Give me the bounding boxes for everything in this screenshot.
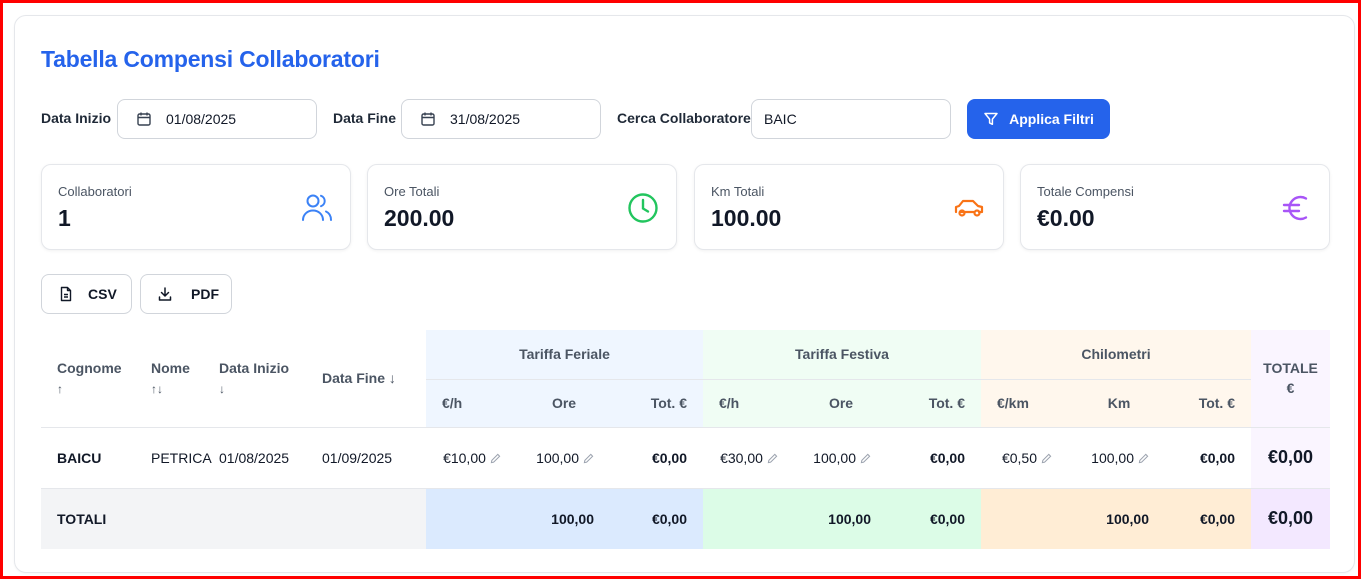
search-label: Cerca Collaboratore xyxy=(617,110,751,126)
clock-icon xyxy=(628,193,658,223)
totals-feriale-ore: 100,00 xyxy=(518,488,610,549)
cell-cognome: BAICU xyxy=(41,427,135,489)
download-icon xyxy=(158,287,172,301)
stat-label: Collaboratori xyxy=(58,184,132,199)
stat-label: Ore Totali xyxy=(384,184,440,199)
col-header-cognome[interactable]: Cognome ↑ xyxy=(41,330,135,428)
cell-data-inizio: 01/08/2025 xyxy=(219,427,322,489)
stat-value: 100.00 xyxy=(711,205,782,231)
totals-festiva-tot: €0,00 xyxy=(887,488,981,549)
calendar-icon xyxy=(137,112,151,126)
totals-km-tot: €0,00 xyxy=(1165,488,1251,549)
compensation-table: Cognome ↑ Nome ↑↓ Data Inizio ↓ Data Fine ↓… xyxy=(41,330,1330,549)
start-date-input[interactable]: 01/08/2025 xyxy=(117,99,317,139)
col-header-data-inizio[interactable]: Data Inizio ↓ xyxy=(219,330,322,428)
pencil-icon[interactable] xyxy=(1041,453,1052,464)
end-date-input[interactable]: 31/08/2025 xyxy=(401,99,601,139)
stat-value: 1 xyxy=(58,205,71,231)
col-header-nome[interactable]: Nome ↑↓ xyxy=(135,330,219,428)
cell-data-fine: 01/09/2025 xyxy=(322,427,426,489)
col-header-festiva-rate: €/h xyxy=(703,379,795,428)
col-header-data-fine[interactable]: Data Fine ↓ xyxy=(322,330,426,428)
pencil-icon[interactable] xyxy=(860,453,871,464)
totals-feriale-tot: €0,00 xyxy=(610,488,703,549)
totals-km: 100,00 xyxy=(1073,488,1165,549)
col-header-totale: TOTALE € xyxy=(1251,330,1330,428)
pencil-icon[interactable] xyxy=(767,453,778,464)
cell-feriale-ore[interactable]: 100,00 xyxy=(518,427,610,489)
totals-totale: €0,00 xyxy=(1251,488,1330,549)
stat-card-km: Km Totali 100.00 xyxy=(694,164,1004,250)
col-header-km-tot: Tot. € xyxy=(1165,379,1251,428)
totals-row: TOTALI 100,00 €0,00 100,00 €0,00 100,00 … xyxy=(41,488,1330,549)
export-pdf-button[interactable]: PDF xyxy=(140,274,232,314)
table-row: BAICU PETRICA 01/08/2025 01/09/2025 €10,… xyxy=(41,427,1330,489)
end-date-label: Data Fine xyxy=(333,110,397,126)
col-header-feriale-ore: Ore xyxy=(518,379,610,428)
users-icon xyxy=(302,194,332,221)
cell-festiva-tot: €0,00 xyxy=(887,427,981,489)
apply-filters-button[interactable]: Applica Filtri xyxy=(967,99,1110,139)
col-header-feriale-tot: Tot. € xyxy=(610,379,703,428)
search-input[interactable]: BAIC xyxy=(751,99,951,139)
stat-value: 200.00 xyxy=(384,205,455,231)
compensation-card: Tabella Compensi Collaboratori Data Iniz… xyxy=(14,15,1355,573)
cell-festiva-rate[interactable]: €30,00 xyxy=(703,427,795,489)
cell-km-tot: €0,00 xyxy=(1165,427,1251,489)
col-header-feriale-rate: €/h xyxy=(426,379,518,428)
group-header-festiva: Tariffa Festiva xyxy=(703,330,981,380)
col-header-km-rate: €/km xyxy=(981,379,1073,428)
cell-km[interactable]: 100,00 xyxy=(1073,427,1165,489)
col-header-km: Km xyxy=(1073,379,1165,428)
col-header-festiva-ore: Ore xyxy=(795,379,887,428)
stat-card-ore: Ore Totali 200.00 xyxy=(367,164,677,250)
stat-label: Km Totali xyxy=(711,184,765,199)
pencil-icon[interactable] xyxy=(583,453,594,464)
cell-totale: €0,00 xyxy=(1251,427,1330,489)
pencil-icon[interactable] xyxy=(490,453,501,464)
stat-card-totale: Totale Compensi €0.00 xyxy=(1020,164,1330,250)
start-date-label: Data Inizio xyxy=(41,110,112,126)
file-text-icon xyxy=(60,286,72,302)
pencil-icon[interactable] xyxy=(1138,453,1149,464)
totals-festiva-ore: 100,00 xyxy=(795,488,887,549)
group-header-feriale: Tariffa Feriale xyxy=(426,330,703,380)
cell-festiva-ore[interactable]: 100,00 xyxy=(795,427,887,489)
cell-km-rate[interactable]: €0,50 xyxy=(981,427,1073,489)
col-header-festiva-tot: Tot. € xyxy=(887,379,981,428)
cell-feriale-tot: €0,00 xyxy=(610,427,703,489)
stat-card-collaboratori: Collaboratori 1 xyxy=(41,164,351,250)
stat-value: €0.00 xyxy=(1037,205,1095,231)
car-icon xyxy=(954,199,984,217)
export-csv-button[interactable]: CSV xyxy=(41,274,132,314)
group-header-chilometri: Chilometri xyxy=(981,330,1251,380)
page-title: Tabella Compensi Collaboratori xyxy=(41,46,380,72)
filter-icon xyxy=(984,112,998,126)
calendar-icon xyxy=(421,112,435,126)
filters-bar: Data Inizio 01/08/2025 Data Fine 31/08/2… xyxy=(41,99,1141,139)
euro-icon xyxy=(1282,195,1308,221)
cell-nome: PETRICA xyxy=(135,427,219,489)
totals-label: TOTALI xyxy=(41,488,135,549)
stat-label: Totale Compensi xyxy=(1037,184,1134,199)
cell-feriale-rate[interactable]: €10,00 xyxy=(426,427,518,489)
